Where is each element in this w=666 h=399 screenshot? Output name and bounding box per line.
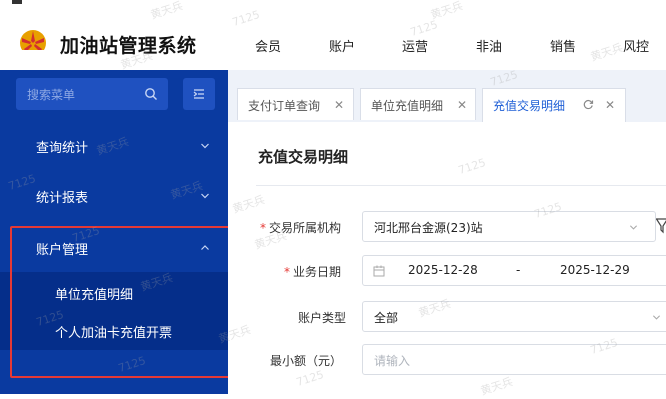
tab-label: 单位充值明细: [371, 99, 444, 113]
tab-label: 支付订单查询: [248, 99, 321, 113]
close-icon[interactable]: ✕: [457, 98, 467, 112]
chevron-down-icon: [652, 315, 661, 320]
account-type-select[interactable]: 全部: [362, 301, 666, 332]
chevron-down-icon: [201, 193, 209, 199]
close-icon[interactable]: ✕: [605, 98, 615, 112]
sidebar-group-query-stats[interactable]: 查询统计: [0, 122, 228, 170]
min-amount-label: 最小额（元）: [270, 354, 343, 368]
menu-search-placeholder: 搜索菜单: [27, 88, 76, 102]
topnav-item-sales[interactable]: 销售: [550, 36, 576, 55]
search-icon[interactable]: [144, 87, 158, 101]
petrochina-logo-icon: [20, 30, 46, 56]
sidebar-collapse-button[interactable]: [183, 78, 215, 110]
required-mark: *: [284, 265, 290, 279]
filter-icon[interactable]: [656, 218, 666, 234]
chevron-down-icon: [629, 225, 638, 230]
date-end-input[interactable]: 2025-12-29: [560, 263, 630, 277]
date-range-separator: -: [516, 263, 521, 277]
calendar-icon: [373, 265, 385, 277]
annotation-highlight-box: [10, 226, 236, 378]
required-mark: *: [260, 221, 266, 235]
tab-unit-recharge-detail[interactable]: 单位充值明细 ✕: [360, 88, 476, 120]
min-amount-input[interactable]: 请输入: [362, 344, 666, 375]
tab-bar: 支付订单查询 ✕ 单位充值明细 ✕ 充值交易明细 ✕: [228, 70, 666, 122]
refresh-icon[interactable]: [583, 99, 594, 110]
date-start-input[interactable]: 2025-12-28: [408, 263, 478, 277]
topnav-item-account[interactable]: 账户: [329, 36, 355, 55]
topnav-item-member[interactable]: 会员: [255, 36, 281, 55]
title-divider: [256, 185, 666, 186]
account-type-label: 账户类型: [298, 311, 347, 325]
page-title: 充值交易明细: [258, 148, 349, 166]
org-field-label: * 交易所属机构: [260, 221, 342, 235]
topnav-item-risk[interactable]: 风控: [623, 36, 649, 55]
sidebar-group-label: 查询统计: [36, 141, 89, 156]
tab-label: 充值交易明细: [493, 99, 566, 113]
date-field-label: * 业务日期: [284, 265, 342, 279]
org-select[interactable]: 河北邢台金源(23)站: [362, 211, 656, 242]
menu-search-input[interactable]: 搜索菜单: [16, 78, 168, 110]
date-range-picker[interactable]: 2025-12-28 - 2025-12-29: [362, 255, 666, 286]
tab-recharge-transaction-detail[interactable]: 充值交易明细 ✕: [482, 88, 626, 122]
sidebar-group-label: 统计报表: [36, 191, 89, 206]
close-icon[interactable]: ✕: [334, 98, 344, 112]
account-type-value: 全部: [374, 311, 399, 325]
main-content: 充值交易明细 * 交易所属机构 河北邢台金源(23)站 * 业务日期 2025-12…: [228, 122, 666, 394]
window-corner-mark: [12, 0, 22, 4]
sidebar-group-reports[interactable]: 统计报表: [0, 172, 228, 220]
chevron-down-icon: [201, 143, 209, 149]
menu-fold-icon: [193, 89, 204, 99]
min-amount-placeholder: 请输入: [374, 354, 411, 368]
topnav-item-nonoil[interactable]: 非油: [476, 36, 502, 55]
app-title: 加油站管理系统: [60, 35, 197, 57]
top-header: 加油站管理系统 会员 账户 运营 非油 销售 风控: [0, 0, 666, 70]
tab-payment-order-query[interactable]: 支付订单查询 ✕: [237, 88, 354, 120]
org-select-value: 河北邢台金源(23)站: [374, 221, 483, 235]
topnav-item-operation[interactable]: 运营: [402, 36, 428, 55]
